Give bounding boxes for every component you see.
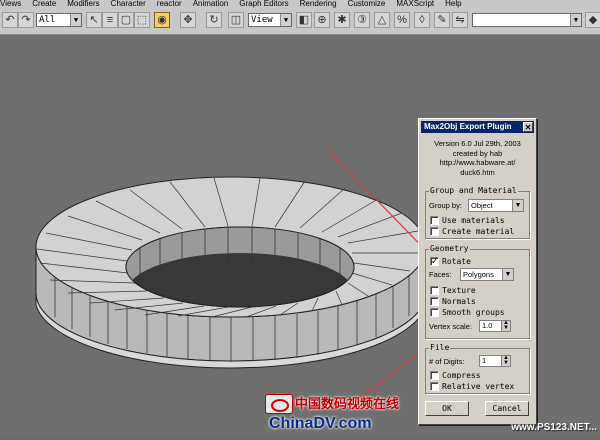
region-select-icon[interactable]: ▢ bbox=[118, 12, 134, 28]
menu-bar: Views Create Modifiers Character reactor Anim… bbox=[0, 0, 600, 8]
cancel-button[interactable]: Cancel bbox=[485, 401, 529, 416]
logo-chinese-text: 中国数码视频在线 bbox=[295, 396, 400, 411]
faces-label: Faces: bbox=[429, 270, 452, 279]
rotate-checkbox[interactable] bbox=[430, 256, 439, 266]
rotate-icon[interactable]: ↻ bbox=[206, 12, 222, 28]
chevron-down-icon: ▼ bbox=[512, 200, 523, 211]
version-text: Version 6.0 Jul 29th, 2003 bbox=[434, 139, 521, 148]
geometry-box: Geometry Rotate Faces: Polygons ▼ Texture… bbox=[425, 244, 530, 339]
snap-toggle-icon[interactable]: ③ bbox=[354, 12, 370, 28]
rotate-label: Rotate bbox=[442, 257, 471, 266]
reference-coord-value: View bbox=[251, 15, 273, 25]
selection-filter-value: All bbox=[39, 15, 56, 25]
dialog-title: Max2Obj Export Plugin bbox=[424, 122, 512, 131]
group-material-box: Group and Material Group by: Object ▼ Use… bbox=[425, 186, 530, 239]
plugin-info: Version 6.0 Jul 29th, 2003 created by ha… bbox=[421, 139, 534, 177]
chevron-down-icon: ▼ bbox=[280, 14, 291, 26]
url-text-1: http://www.habware.at/ bbox=[439, 158, 516, 167]
menu-rendering[interactable]: Rendering bbox=[300, 0, 337, 8]
close-icon[interactable]: ✕ bbox=[523, 122, 533, 132]
menu-animation[interactable]: Animation bbox=[193, 0, 229, 8]
mirror-icon[interactable]: ⇋ bbox=[452, 12, 468, 28]
menu-views[interactable]: Views bbox=[0, 0, 21, 8]
align-icon[interactable]: ◆ bbox=[585, 12, 600, 28]
file-box: File # of Digits: 1 ▲ ▼ Compress Relative … bbox=[425, 343, 530, 394]
chevron-down-icon: ▼ bbox=[570, 14, 581, 26]
faces-select[interactable]: Polygons ▼ bbox=[460, 268, 514, 281]
author-text: created by hab bbox=[452, 148, 503, 158]
select-by-name-icon[interactable]: ≡ bbox=[102, 12, 118, 28]
site-watermark: www.PS123.NET... bbox=[511, 422, 597, 433]
use-materials-checkbox[interactable] bbox=[430, 216, 439, 225]
select-and-manipulate-icon[interactable]: ✱ bbox=[334, 12, 350, 28]
group-by-value: Object bbox=[471, 201, 493, 210]
selection-filter-dropdown[interactable]: All ▼ bbox=[36, 13, 82, 27]
geometry-legend: Geometry bbox=[429, 244, 470, 254]
undo-icon[interactable]: ↶ bbox=[2, 12, 18, 28]
dialog-titlebar[interactable]: Max2Obj Export Plugin ✕ bbox=[421, 121, 534, 133]
named-selection-icon[interactable]: ✎ bbox=[434, 12, 450, 28]
main-toolbar: ↶ ↷ All ▼ ↖ ≡ ▢ ⬚ ◉ ✥ ↻ ◫ View ▼ ◧ ⊕ ✱ ③ △… bbox=[0, 8, 600, 35]
texture-label: Texture bbox=[442, 286, 476, 295]
relative-vertex-checkbox[interactable] bbox=[430, 382, 439, 391]
digits-spinner[interactable]: 1 ▲ ▼ bbox=[479, 355, 511, 367]
normals-label: Normals bbox=[442, 297, 476, 306]
percent-snap-icon[interactable]: % bbox=[394, 12, 410, 28]
menu-graph-editors[interactable]: Graph Editors bbox=[239, 0, 288, 8]
ok-button[interactable]: OK bbox=[425, 401, 469, 416]
menu-maxscript[interactable]: MAXScript bbox=[396, 0, 434, 8]
chinadv-logo-icon bbox=[265, 394, 293, 414]
redo-icon[interactable]: ↷ bbox=[18, 12, 34, 28]
url-text-2: duck6.htm bbox=[460, 167, 495, 177]
create-material-checkbox[interactable] bbox=[430, 227, 439, 236]
logo-english-text: ChinaDV.com bbox=[269, 415, 372, 432]
group-material-legend: Group and Material bbox=[429, 186, 518, 196]
vertex-scale-label: Vertex scale: bbox=[429, 322, 472, 331]
chinadv-logo: 中国数码视频在线 ChinaDV.com bbox=[265, 394, 405, 435]
smooth-groups-checkbox[interactable] bbox=[430, 308, 439, 317]
window-crossing-icon[interactable]: ⬚ bbox=[134, 12, 150, 28]
move-icon[interactable]: ✥ bbox=[180, 12, 196, 28]
menu-customize[interactable]: Customize bbox=[348, 0, 386, 8]
menu-help[interactable]: Help bbox=[445, 0, 461, 8]
select-and-link-icon[interactable]: ◉ bbox=[154, 12, 170, 28]
select-object-icon[interactable]: ↖ bbox=[86, 12, 102, 28]
manipulate-icon[interactable]: ⊕ bbox=[314, 12, 330, 28]
group-by-label: Group by: bbox=[429, 201, 462, 210]
pivot-center-icon[interactable]: ◧ bbox=[296, 12, 312, 28]
vertex-scale-value: 1.0 bbox=[482, 321, 493, 330]
relative-vertex-label: Relative vertex bbox=[442, 382, 515, 391]
angle-snap-icon[interactable]: △ bbox=[374, 12, 390, 28]
create-material-label: Create material bbox=[442, 227, 515, 236]
menu-character[interactable]: Character bbox=[111, 0, 146, 8]
compress-label: Compress bbox=[442, 371, 481, 380]
digits-value: 1 bbox=[482, 356, 487, 365]
spinner-snap-icon[interactable]: ◊ bbox=[414, 12, 430, 28]
faces-value: Polygons bbox=[463, 270, 494, 279]
menu-create[interactable]: Create bbox=[32, 0, 56, 8]
compress-checkbox[interactable] bbox=[430, 371, 439, 380]
file-legend: File bbox=[429, 343, 451, 353]
spinner-arrows-icon[interactable]: ▲ ▼ bbox=[501, 355, 510, 366]
chevron-down-icon: ▼ bbox=[70, 14, 81, 26]
menu-reactor[interactable]: reactor bbox=[157, 0, 182, 8]
normals-checkbox[interactable] bbox=[430, 297, 439, 306]
named-selection-dropdown[interactable]: ▼ bbox=[472, 13, 582, 27]
smooth-groups-label: Smooth groups bbox=[442, 308, 505, 317]
max2obj-export-dialog: Max2Obj Export Plugin ✕ Version 6.0 Jul … bbox=[418, 118, 537, 425]
reference-coord-dropdown[interactable]: View ▼ bbox=[248, 13, 292, 27]
chevron-down-icon: ▼ bbox=[502, 269, 513, 280]
digits-label: # of Digits: bbox=[429, 357, 465, 366]
group-by-select[interactable]: Object ▼ bbox=[468, 199, 524, 212]
scale-icon[interactable]: ◫ bbox=[228, 12, 244, 28]
menu-modifiers[interactable]: Modifiers bbox=[67, 0, 99, 8]
spinner-arrows-icon[interactable]: ▲ ▼ bbox=[501, 320, 510, 331]
vertex-scale-spinner[interactable]: 1.0 ▲ ▼ bbox=[479, 320, 511, 332]
use-materials-label: Use materials bbox=[442, 216, 505, 225]
texture-checkbox[interactable] bbox=[430, 286, 439, 295]
